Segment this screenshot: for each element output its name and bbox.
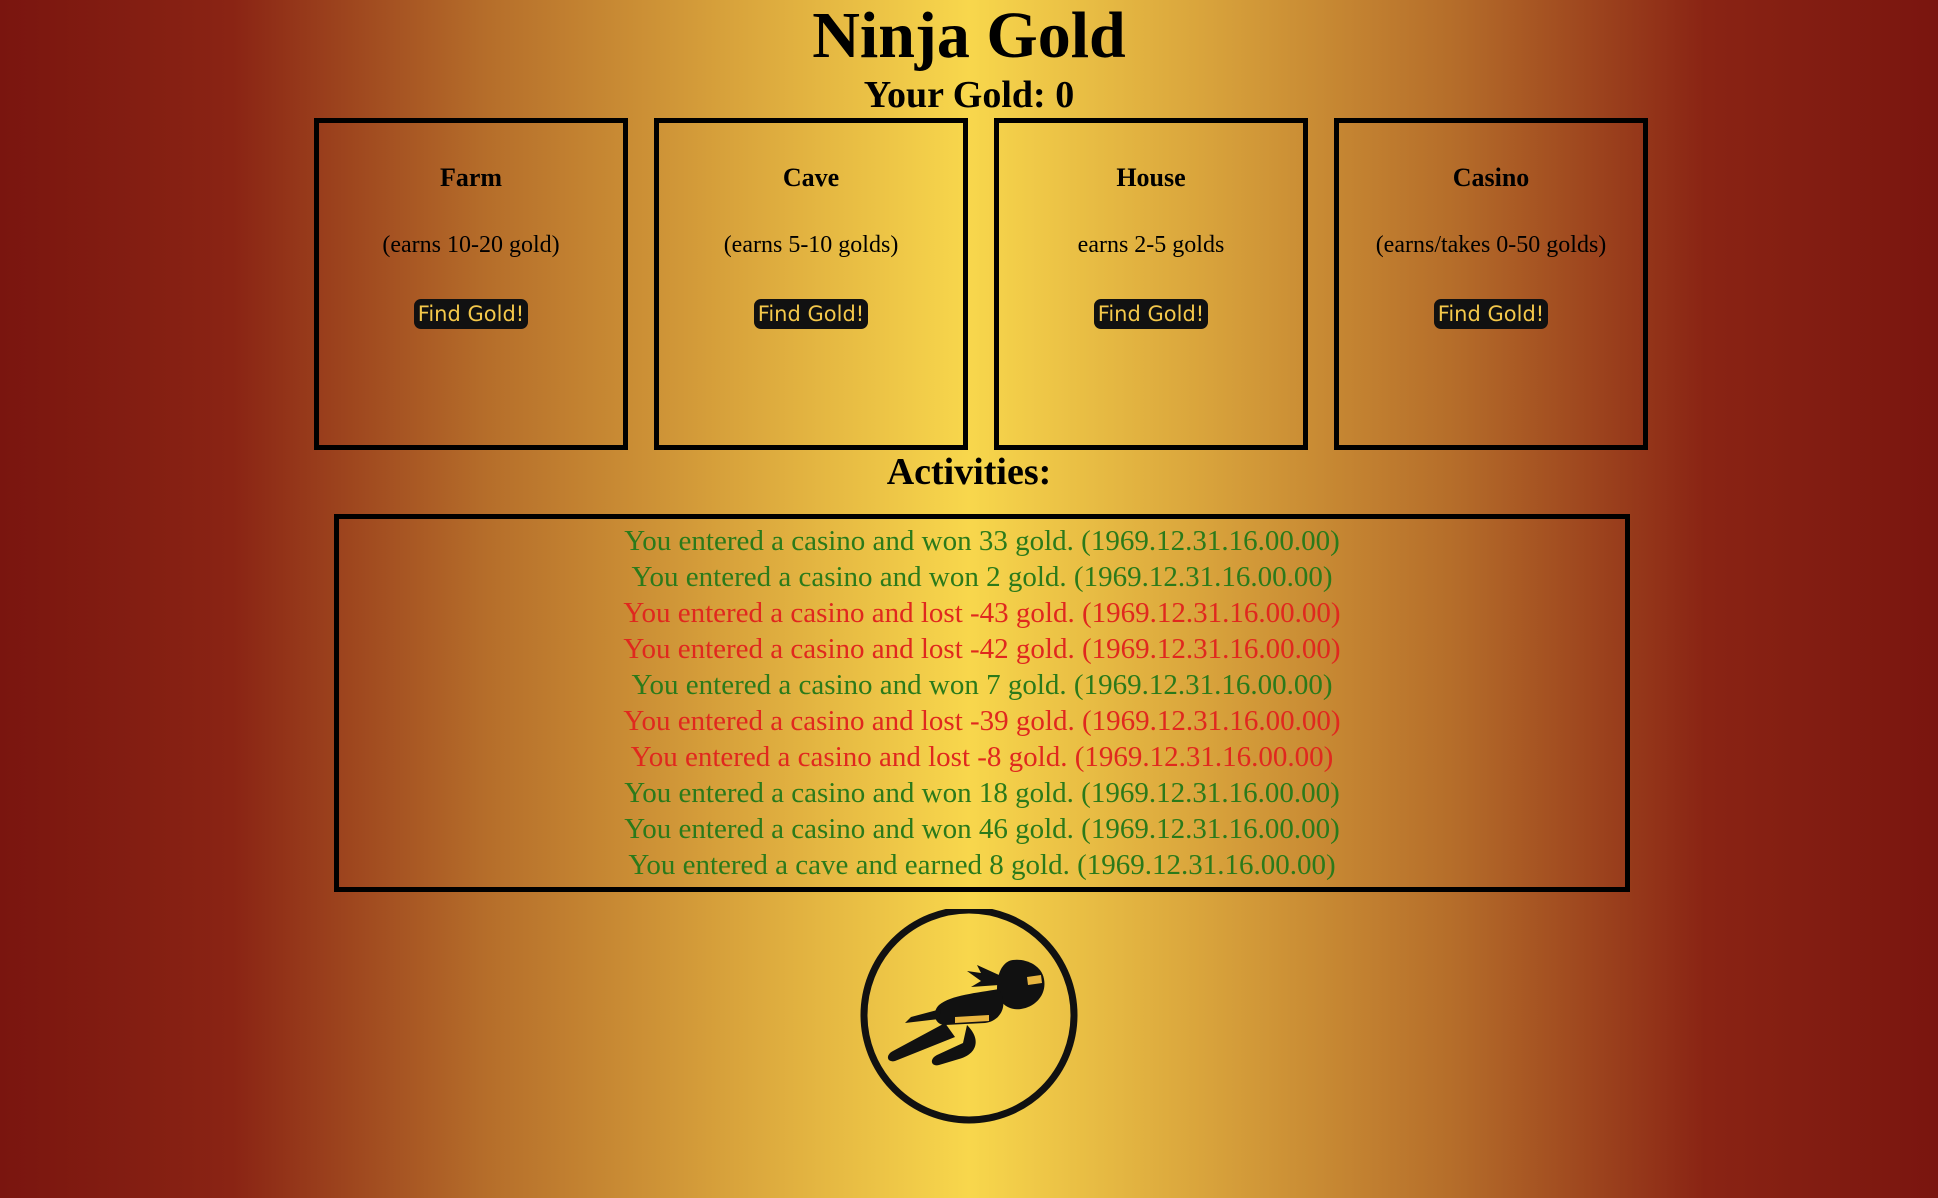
activity-entry: You entered a casino and won 18 gold. (1… xyxy=(624,777,1340,809)
building-cave-title: Cave xyxy=(782,163,840,192)
building-house-description: earns 2-5 golds xyxy=(1077,232,1225,258)
buildings-row: Farm (earns 10-20 gold) Find Gold! Cave … xyxy=(314,118,1648,450)
activity-entry: You entered a casino and won 7 gold. (19… xyxy=(631,669,1333,701)
building-house: House earns 2-5 golds Find Gold! xyxy=(994,118,1308,450)
building-house-title: House xyxy=(1116,163,1186,192)
page-title: Ninja Gold xyxy=(812,0,1126,72)
gold-label: Your Gold: xyxy=(863,74,1046,116)
activity-entry: You entered a casino and lost -42 gold. … xyxy=(623,633,1341,665)
building-casino-description: (earns/takes 0-50 golds) xyxy=(1375,232,1607,258)
casino-find-gold-button[interactable]: Find Gold! xyxy=(1433,299,1549,329)
building-farm-title: Farm xyxy=(439,163,503,192)
gold-value: 0 xyxy=(1055,74,1075,116)
activity-entry: You entered a casino and won 2 gold. (19… xyxy=(631,561,1333,593)
gold-counter: Your Gold: 0 xyxy=(0,72,1938,118)
activity-entry: You entered a casino and lost -39 gold. … xyxy=(623,705,1341,737)
ninja-gold-page: Ninja Gold Your Gold: 0 Farm (earns 10-2… xyxy=(0,0,1938,1198)
building-cave-description: (earns 5-10 golds) xyxy=(723,232,899,258)
activity-entry: You entered a casino and lost -8 gold. (… xyxy=(630,741,1334,773)
activity-log: You entered a casino and won 33 gold. (1… xyxy=(334,514,1630,892)
ninja-logo-icon xyxy=(859,906,1079,1129)
activity-entry: You entered a casino and won 33 gold. (1… xyxy=(624,525,1340,557)
building-farm-description: (earns 10-20 gold) xyxy=(382,232,560,258)
activity-entry: You entered a casino and lost -43 gold. … xyxy=(623,597,1341,629)
activity-entry: You entered a cave and earned 8 gold. (1… xyxy=(628,849,1336,881)
house-find-gold-button[interactable]: Find Gold! xyxy=(1093,299,1209,329)
building-farm: Farm (earns 10-20 gold) Find Gold! xyxy=(314,118,628,450)
activity-entry: You entered a casino and won 46 gold. (1… xyxy=(624,813,1340,845)
building-casino-title: Casino xyxy=(1452,163,1530,192)
activities-title: Activities: xyxy=(886,451,1052,493)
cave-find-gold-button[interactable]: Find Gold! xyxy=(753,299,869,329)
building-cave: Cave (earns 5-10 golds) Find Gold! xyxy=(654,118,968,450)
building-casino: Casino (earns/takes 0-50 golds) Find Gol… xyxy=(1334,118,1648,450)
farm-find-gold-button[interactable]: Find Gold! xyxy=(413,299,529,329)
